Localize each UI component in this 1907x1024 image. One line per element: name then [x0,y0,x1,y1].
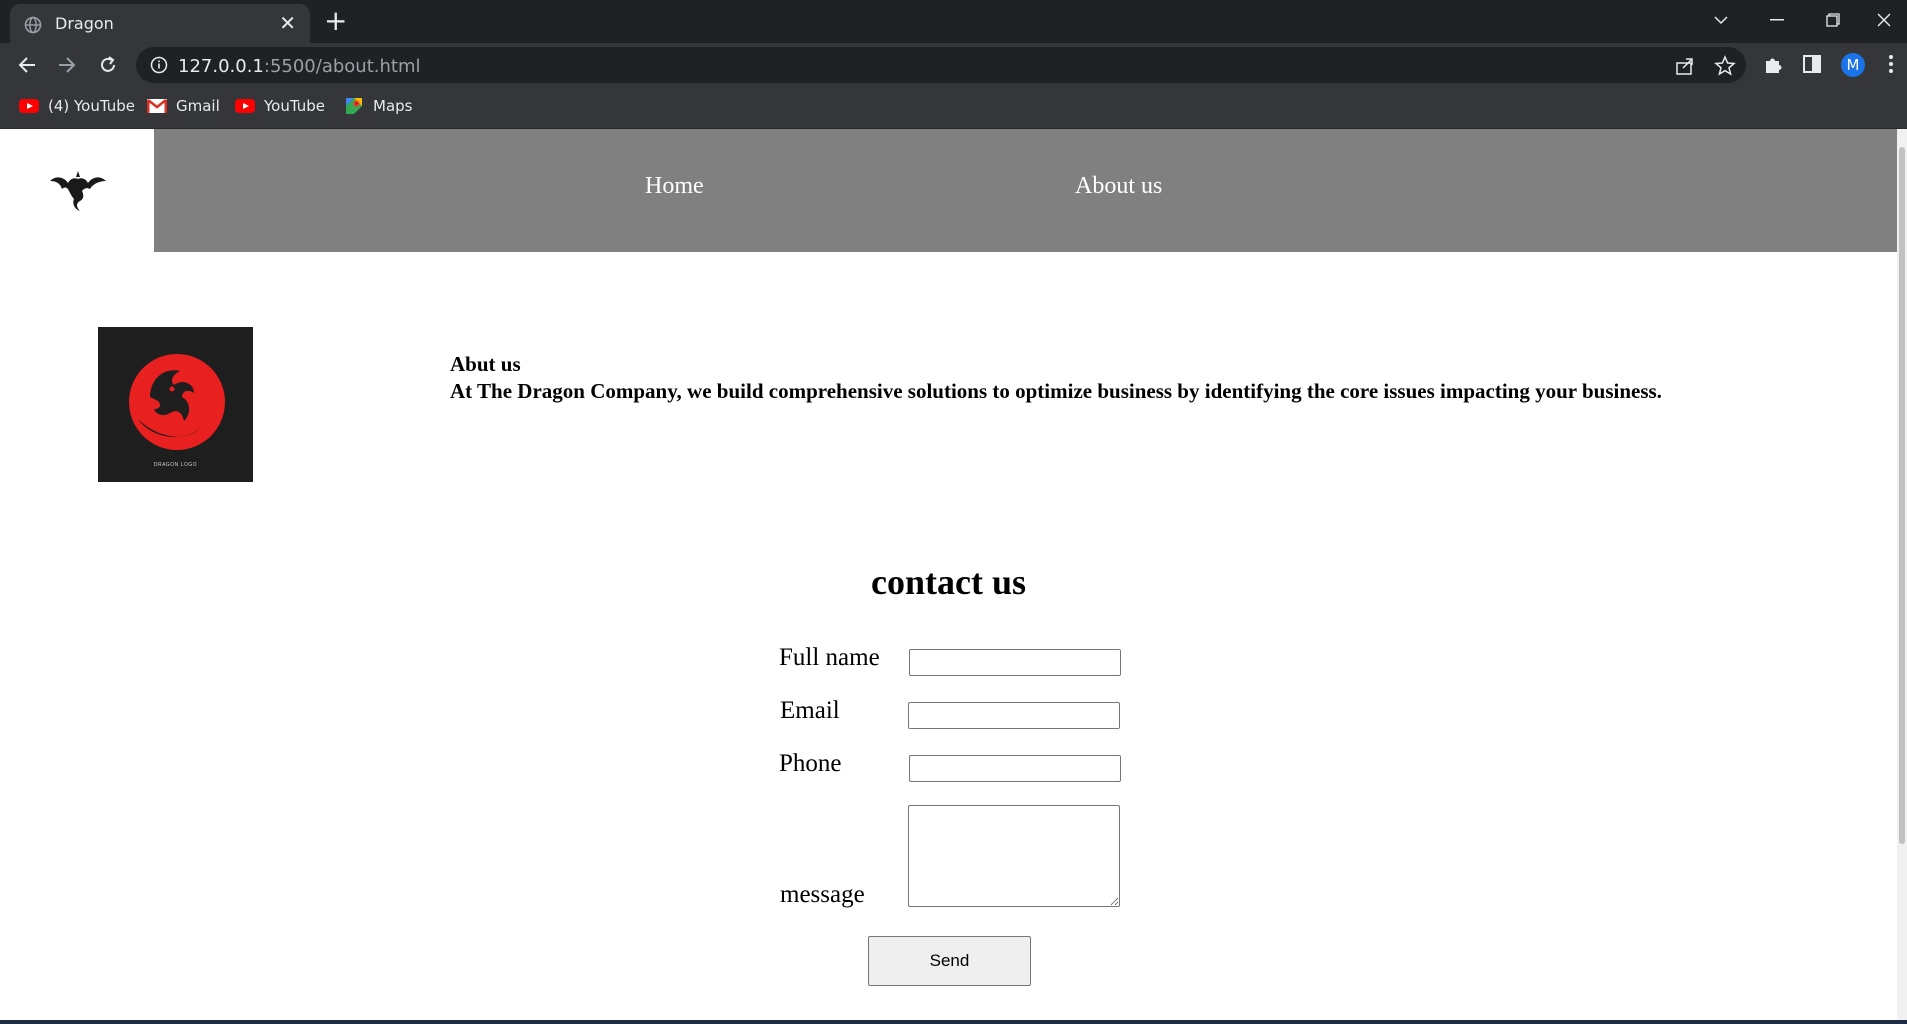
profile-avatar[interactable]: M [1841,53,1865,77]
more-menu-icon[interactable] [1888,54,1894,74]
nav-link-about[interactable]: About us [1075,173,1162,200]
maps-icon [346,98,362,114]
logo-caption: DRAGON LOGO [153,462,198,468]
about-section: Abut us At The Dragon Company, we build … [450,351,1662,405]
nav-link-home[interactable]: Home [645,173,704,200]
browser-toolbar: 127.0.0.1:5500/about.html M [0,43,1907,86]
bookmark-star-icon[interactable] [1714,55,1736,77]
bookmark-item[interactable]: Gmail [147,97,220,115]
about-heading: Abut us [450,352,521,376]
message-label: message [780,881,865,908]
site-logo[interactable] [0,129,154,252]
globe-icon [24,16,42,34]
minimize-icon[interactable] [1749,0,1805,40]
bookmark-item[interactable]: (4) YouTube [19,97,135,115]
browser-tab[interactable]: Dragon ✕ [10,4,310,43]
page-viewport: Home About us DRAGON LOGO Abut us At The… [0,129,1897,1020]
youtube-icon [235,99,255,113]
close-window-icon[interactable] [1861,0,1907,40]
restore-icon[interactable] [1805,0,1861,40]
phone-label: Phone [779,750,842,777]
tab-title: Dragon [55,14,114,33]
contact-title: contact us [871,562,1026,602]
taskbar-edge [0,1020,1907,1024]
dragon-logo-icon [50,171,106,211]
close-tab-icon[interactable]: ✕ [279,12,296,34]
about-description: At The Dragon Company, we build comprehe… [450,379,1662,403]
address-bar[interactable]: 127.0.0.1:5500/about.html [136,47,1746,83]
email-input[interactable] [908,702,1120,729]
gmail-icon [147,99,167,113]
tab-search-icon[interactable] [1693,0,1749,40]
browser-tab-bar: Dragon ✕ + [0,0,1907,43]
page-scrollbar[interactable] [1897,129,1907,1020]
extensions-icon[interactable] [1762,53,1784,75]
bookmark-item[interactable]: YouTube [235,97,325,115]
dragon-emblem-icon [129,354,225,450]
bookmark-item[interactable]: Maps [344,97,412,115]
youtube-icon [19,99,39,113]
dragon-logo-image: DRAGON LOGO [98,327,253,482]
email-label: Email [780,697,840,724]
share-icon[interactable] [1674,55,1696,77]
side-panel-icon[interactable] [1801,53,1823,75]
send-button[interactable]: Send [868,936,1031,986]
main-navbar: Home About us [154,129,1897,252]
fullname-input[interactable] [909,649,1121,676]
back-icon[interactable] [15,53,39,77]
forward-icon[interactable] [55,53,79,77]
url-text: 127.0.0.1:5500/about.html [178,56,421,77]
bookmarks-bar: (4) YouTube Gmail YouTube Maps [0,86,1907,129]
fullname-label: Full name [779,644,880,671]
site-info-icon[interactable] [150,56,168,74]
site-header: Home About us [0,129,1897,252]
scrollbar-thumb[interactable] [1899,147,1905,844]
new-tab-icon[interactable]: + [324,6,347,36]
message-textarea[interactable] [908,805,1120,907]
reload-icon[interactable] [96,53,120,77]
phone-input[interactable] [909,755,1121,782]
